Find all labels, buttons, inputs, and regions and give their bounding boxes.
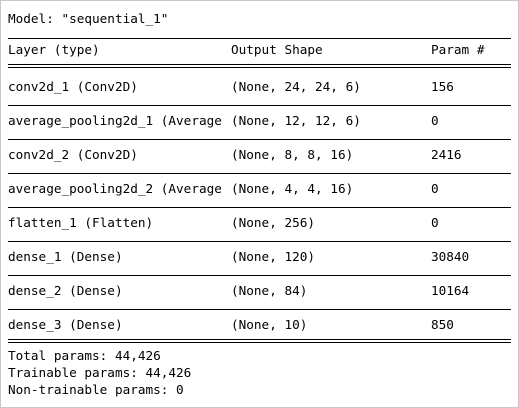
model-title: Model: "sequential_1" xyxy=(8,11,169,26)
row-rule xyxy=(8,241,511,242)
row-param: 30840 xyxy=(431,249,470,264)
row-output-shape: (None, 8, 8, 16) xyxy=(231,147,354,162)
row-output-shape: (None, 4, 4, 16) xyxy=(231,181,354,196)
row-rule xyxy=(8,309,511,310)
header-output-shape: Output Shape xyxy=(231,42,323,57)
footer-double-rule xyxy=(8,339,511,343)
row-param: 2416 xyxy=(431,147,462,162)
row-param: 156 xyxy=(431,79,454,94)
row-output-shape: (None, 12, 12, 6) xyxy=(231,113,361,128)
header-param: Param # xyxy=(431,42,485,57)
row-output-shape: (None, 10) xyxy=(231,317,308,332)
row-layer: dense_2 (Dense) xyxy=(8,283,123,298)
row-layer: dense_3 (Dense) xyxy=(8,317,123,332)
model-summary-output: Model: "sequential_1" Layer (type) Outpu… xyxy=(0,0,519,408)
row-layer: conv2d_2 (Conv2D) xyxy=(8,147,138,162)
row-layer: average_pooling2d_2 (Average xyxy=(8,181,222,196)
header-double-rule xyxy=(8,64,511,68)
row-layer: flatten_1 (Flatten) xyxy=(8,215,154,230)
header-layer: Layer (type) xyxy=(8,42,100,57)
top-rule xyxy=(8,38,511,39)
row-rule xyxy=(8,173,511,174)
row-layer: average_pooling2d_1 (Average xyxy=(8,113,222,128)
row-layer: conv2d_1 (Conv2D) xyxy=(8,79,138,94)
row-output-shape: (None, 24, 24, 6) xyxy=(231,79,361,94)
row-rule xyxy=(8,207,511,208)
row-output-shape: (None, 84) xyxy=(231,283,308,298)
trainable-params: Trainable params: 44,426 xyxy=(8,365,192,380)
row-param: 0 xyxy=(431,215,439,230)
row-output-shape: (None, 256) xyxy=(231,215,316,230)
row-param: 0 xyxy=(431,181,439,196)
total-params: Total params: 44,426 xyxy=(8,348,161,363)
row-param: 850 xyxy=(431,317,454,332)
row-layer: dense_1 (Dense) xyxy=(8,249,123,264)
row-rule xyxy=(8,139,511,140)
row-param: 10164 xyxy=(431,283,470,298)
non-trainable-params: Non-trainable params: 0 xyxy=(8,382,184,397)
row-param: 0 xyxy=(431,113,439,128)
row-output-shape: (None, 120) xyxy=(231,249,316,264)
row-rule xyxy=(8,275,511,276)
row-rule xyxy=(8,105,511,106)
